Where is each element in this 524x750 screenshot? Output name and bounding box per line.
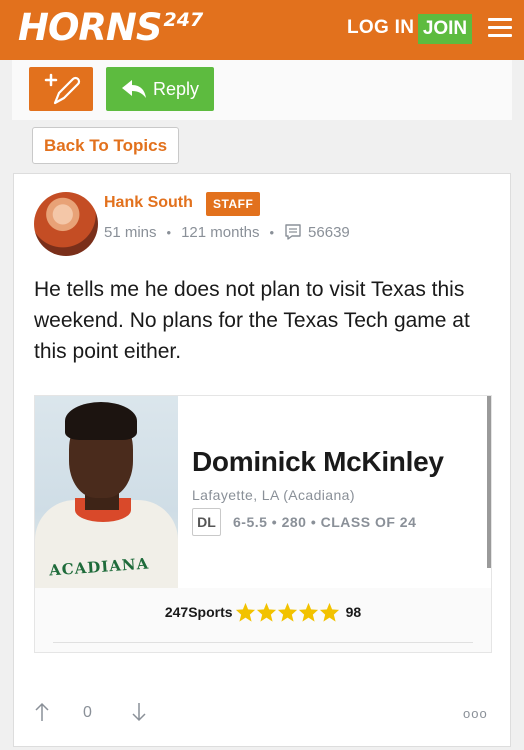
- star-rating: [235, 602, 340, 622]
- member-since: 121 months: [181, 223, 260, 241]
- reply-label: Reply: [153, 79, 200, 99]
- star-icon: [235, 602, 255, 622]
- post-card: Hank South STAFF 51 mins • 121 months • …: [13, 173, 511, 747]
- star-icon: [256, 602, 276, 622]
- more-options-button[interactable]: ooo: [463, 706, 488, 721]
- login-link[interactable]: LOG IN: [347, 17, 414, 39]
- position-badge: DL: [192, 508, 221, 536]
- avatar[interactable]: [34, 192, 98, 256]
- star-icon: [277, 602, 297, 622]
- author-name[interactable]: Hank South: [104, 194, 193, 212]
- player-rating: 247Sports 98: [35, 602, 491, 622]
- post-count: 56639: [308, 223, 350, 241]
- reply-arrow-icon: [122, 80, 146, 98]
- thread-toolbar: Reply: [12, 60, 512, 120]
- comment-icon: [285, 224, 301, 240]
- site-header: HORNS 247 LOG IN JOIN: [0, 0, 524, 60]
- post-body: He tells me he does not plan to visit Te…: [34, 278, 470, 363]
- upvote-arrow-icon[interactable]: [34, 701, 50, 723]
- back-to-topics-button[interactable]: Back To Topics: [32, 127, 179, 164]
- rating-score: 98: [345, 604, 362, 620]
- divider: [53, 642, 473, 643]
- site-logo[interactable]: HORNS 247: [18, 6, 203, 49]
- edit-pencil-icon: [44, 73, 81, 105]
- reply-button[interactable]: Reply: [106, 67, 214, 111]
- rating-source: 247Sports: [164, 604, 233, 620]
- player-photo: ACADIANA: [35, 396, 178, 588]
- player-name[interactable]: Dominick McKinley: [192, 446, 444, 478]
- star-icon: [319, 602, 339, 622]
- post-time: 51 mins: [104, 223, 157, 241]
- player-stats: 6-5.5 • 280 • CLASS OF 24: [233, 514, 417, 530]
- downvote-arrow-icon[interactable]: [131, 701, 147, 723]
- player-location: Lafayette, LA (Acadiana): [192, 487, 355, 503]
- staff-badge: STAFF: [206, 192, 261, 216]
- post-meta: 51 mins • 121 months • 56639: [104, 223, 350, 241]
- player-card[interactable]: ACADIANA Dominick McKinley Lafayette, LA…: [34, 395, 492, 653]
- card-scrollbar[interactable]: [487, 396, 491, 568]
- join-button[interactable]: JOIN: [418, 14, 472, 44]
- new-topic-button[interactable]: [29, 67, 93, 111]
- vote-count: 0: [83, 704, 92, 721]
- post-footer: 0 ooo: [14, 694, 510, 734]
- menu-icon[interactable]: [488, 18, 512, 38]
- star-icon: [298, 602, 318, 622]
